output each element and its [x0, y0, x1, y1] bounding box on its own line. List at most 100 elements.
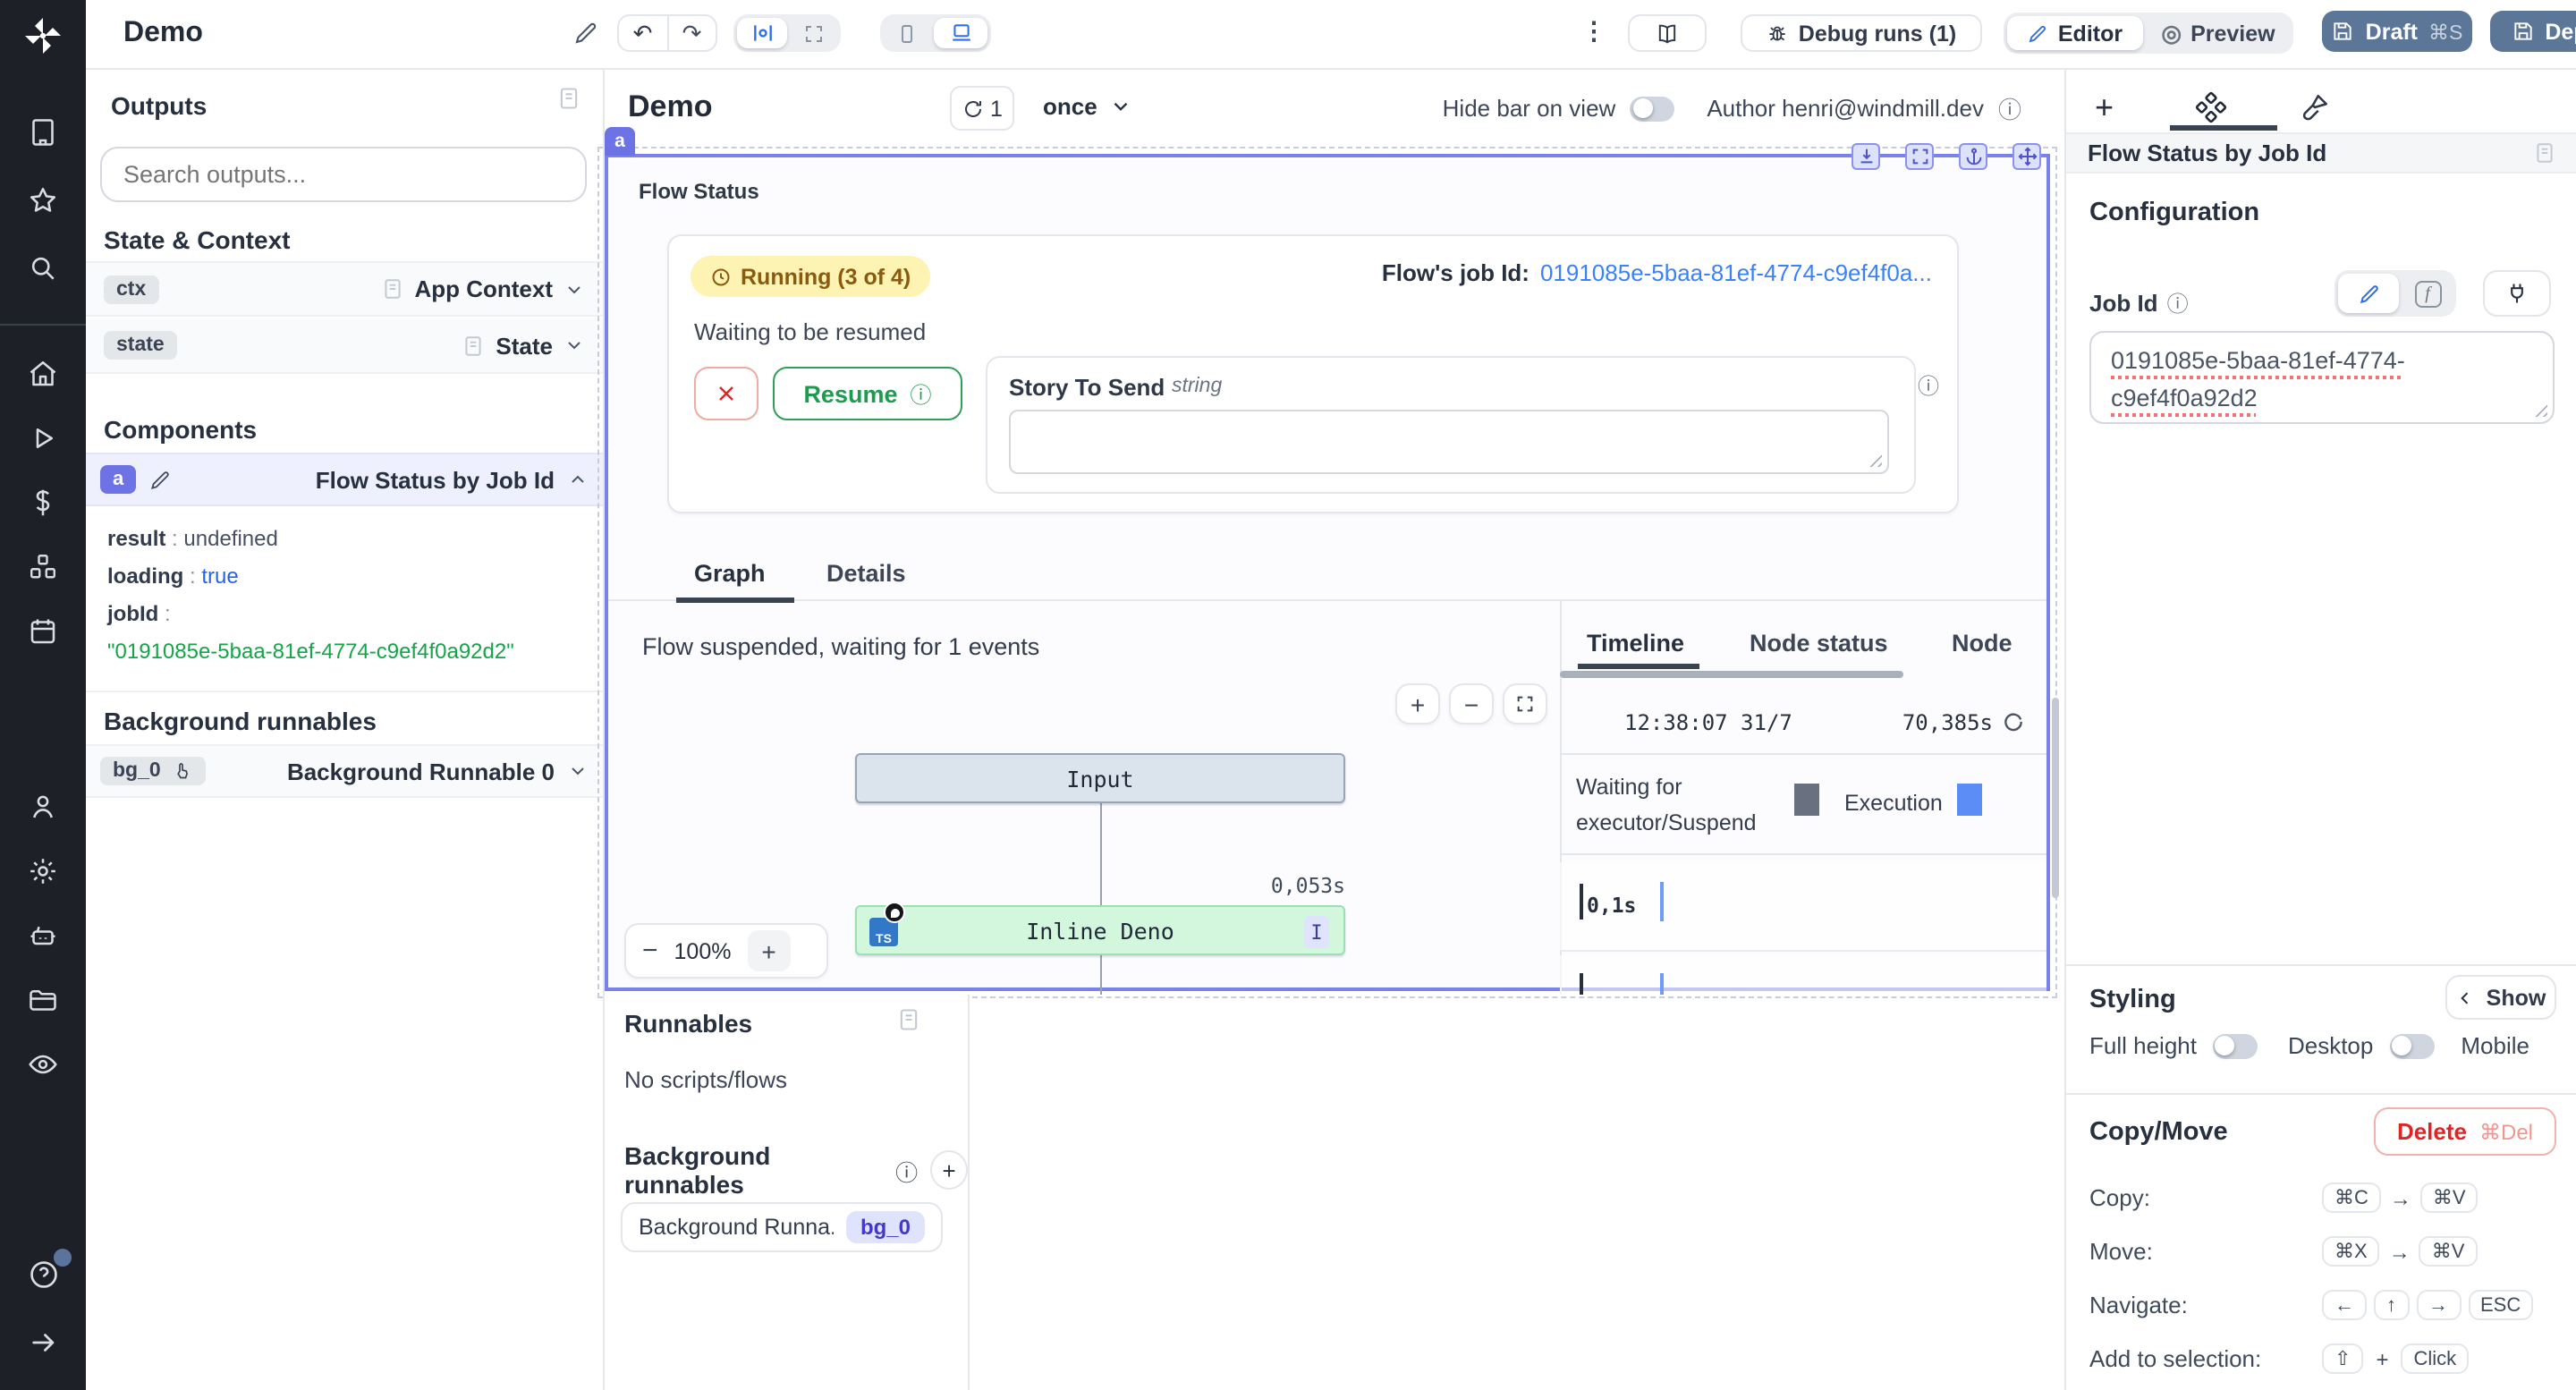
schedule-dropdown[interactable]: once	[1043, 93, 1133, 120]
anchor-icon[interactable]	[1959, 143, 1987, 170]
chevron-down-icon[interactable]	[564, 335, 585, 356]
chevron-up-icon[interactable]	[567, 469, 589, 490]
expand-icon[interactable]	[1905, 143, 1934, 170]
viewer-tabs: Graph Details	[608, 555, 2046, 601]
draft-button[interactable]: Draft ⌘S	[2322, 11, 2472, 52]
docs-book-button[interactable]	[1628, 14, 1707, 52]
fullwidth-layout-button[interactable]	[791, 18, 837, 48]
flow-node-input[interactable]: Input	[855, 753, 1345, 803]
timeline-row-partial	[1560, 955, 2046, 995]
bg-runnable-card[interactable]: Background Runna... bg_0	[621, 1202, 943, 1252]
refresh-count-button[interactable]: 1	[950, 86, 1014, 131]
hide-bar-toggle[interactable]	[1630, 96, 1674, 121]
graph-fit-button[interactable]	[1503, 683, 1547, 725]
deploy-button[interactable]: Deploy	[2490, 11, 2576, 52]
job-id-link[interactable]: 0191085e-5baa-81ef-4774-c9ef4f0a...	[1540, 259, 1932, 286]
panel-doc-icon[interactable]	[896, 1007, 921, 1032]
resume-button[interactable]: Resume ⓘ	[773, 367, 962, 420]
collapse-arrow-icon[interactable]	[0, 1311, 86, 1372]
kebab-menu-icon[interactable]: ⋮	[1581, 16, 1606, 47]
tab-node-status[interactable]: Node status	[1750, 630, 1888, 657]
vertical-scrollbar[interactable]	[2052, 698, 2059, 898]
apps-icon[interactable]	[0, 102, 86, 163]
help-icon[interactable]	[0, 1243, 86, 1304]
preview-label: Preview	[2190, 21, 2275, 46]
plus-glyph: +	[2376, 1346, 2388, 1371]
tab-node[interactable]: Node	[1952, 630, 2012, 657]
centered-layout-button[interactable]	[737, 18, 787, 48]
resources-icon[interactable]	[0, 537, 86, 598]
app-canvas-selected-component[interactable]: a Flow Status Running (3 of 4) Flow's jo…	[605, 154, 2050, 991]
ctx-row[interactable]: ctx App Context	[86, 261, 603, 317]
schedules-icon[interactable]	[0, 601, 86, 662]
canvas-zoom-control: − 100% +	[624, 923, 828, 979]
zoom-out-button[interactable]: −	[642, 936, 658, 966]
chevron-down-icon[interactable]	[564, 278, 585, 300]
windmill-logo[interactable]	[0, 0, 86, 70]
graph-zoom-in-button[interactable]: +	[1395, 683, 1440, 725]
job-id-textarea[interactable]: 0191085e-5baa-81ef-4774- c9ef4f0a92d2	[2089, 331, 2555, 424]
rename-pencil-icon[interactable]	[572, 20, 599, 47]
cancel-button[interactable]	[694, 367, 758, 420]
full-height-toggle[interactable]	[2213, 1033, 2258, 1058]
state-row[interactable]: state State	[86, 318, 603, 374]
panel-doc-icon[interactable]	[2533, 141, 2556, 165]
workers-robot-icon[interactable]	[0, 905, 86, 966]
dock-bottom-icon[interactable]	[1852, 143, 1880, 170]
debug-runs-button[interactable]: Debug runs (1)	[1741, 14, 1982, 52]
result-line[interactable]: result : undefined	[107, 521, 514, 558]
zoom-in-button[interactable]: +	[748, 930, 791, 971]
delete-button[interactable]: Delete ⌘Del	[2374, 1107, 2556, 1156]
search-icon[interactable]	[0, 238, 86, 299]
styling-tab-brush-icon[interactable]	[2299, 91, 2331, 123]
settings-gear-icon[interactable]	[0, 841, 86, 902]
user-icon[interactable]	[0, 776, 86, 837]
home-icon[interactable]	[0, 343, 86, 404]
tab-preview[interactable]: ◎ Preview	[2147, 16, 2290, 50]
desktop-toggle[interactable]	[2389, 1033, 2434, 1058]
edit-pencil-icon[interactable]	[148, 468, 172, 491]
mobile-label: Mobile	[2461, 1032, 2529, 1059]
component-a-row[interactable]: a Flow Status by Job Id	[86, 453, 603, 506]
static-input-mode-button[interactable]	[2338, 274, 2399, 313]
favorites-icon[interactable]	[0, 170, 86, 231]
runs-icon[interactable]	[0, 408, 86, 469]
flow-node-inline-deno[interactable]: TS Inline Deno I	[855, 905, 1345, 955]
doc-icon	[380, 277, 403, 301]
mobile-view-button[interactable]	[884, 18, 930, 48]
horizontal-scrollbar[interactable]	[1560, 671, 1903, 678]
jobid-line[interactable]: jobId :	[107, 596, 514, 633]
jobid-value[interactable]: "0191085e-5baa-81ef-4774-c9ef4f0a92d2"	[107, 633, 514, 671]
graph-zoom-out-button[interactable]: −	[1449, 683, 1494, 725]
eval-input-mode-button[interactable]: f	[2402, 274, 2453, 313]
panel-doc-icon[interactable]	[556, 86, 581, 111]
insert-tab-plus-icon[interactable]: +	[2095, 89, 2114, 127]
doc-icon	[462, 334, 485, 357]
tab-editor[interactable]: Editor	[2007, 16, 2143, 50]
info-icon[interactable]: ⓘ	[1998, 91, 2021, 125]
show-styling-button[interactable]: Show	[2445, 975, 2556, 1020]
folders-icon[interactable]	[0, 970, 86, 1030]
connect-plug-button[interactable]	[2483, 270, 2551, 317]
state-type-label: State	[496, 332, 553, 359]
timeline-row: 0,1s	[1560, 862, 2046, 952]
story-textarea[interactable]	[1009, 410, 1889, 474]
loading-line[interactable]: loading : true	[107, 558, 514, 596]
audit-eye-icon[interactable]	[0, 1034, 86, 1095]
chevron-down-icon[interactable]	[567, 760, 589, 782]
desktop-view-button[interactable]	[934, 18, 987, 48]
tab-graph[interactable]: Graph	[694, 560, 766, 587]
settings-tab-icon[interactable]	[2195, 91, 2227, 123]
undo-button[interactable]: ↶	[619, 19, 666, 47]
info-icon[interactable]: ⓘ	[1918, 370, 1939, 401]
bg0-row[interactable]: bg_0 Background Runnable 0	[86, 744, 603, 798]
search-outputs-input[interactable]	[100, 147, 587, 202]
components-title: Components	[104, 415, 257, 444]
redo-button[interactable]: ↷	[668, 19, 716, 47]
tab-timeline[interactable]: Timeline	[1587, 630, 1684, 657]
add-bg-runnable-button[interactable]: +	[930, 1150, 968, 1190]
tab-details[interactable]: Details	[826, 560, 906, 587]
variables-icon[interactable]	[0, 472, 86, 533]
move-icon[interactable]	[2012, 143, 2041, 170]
component-tag[interactable]: a	[605, 127, 635, 156]
